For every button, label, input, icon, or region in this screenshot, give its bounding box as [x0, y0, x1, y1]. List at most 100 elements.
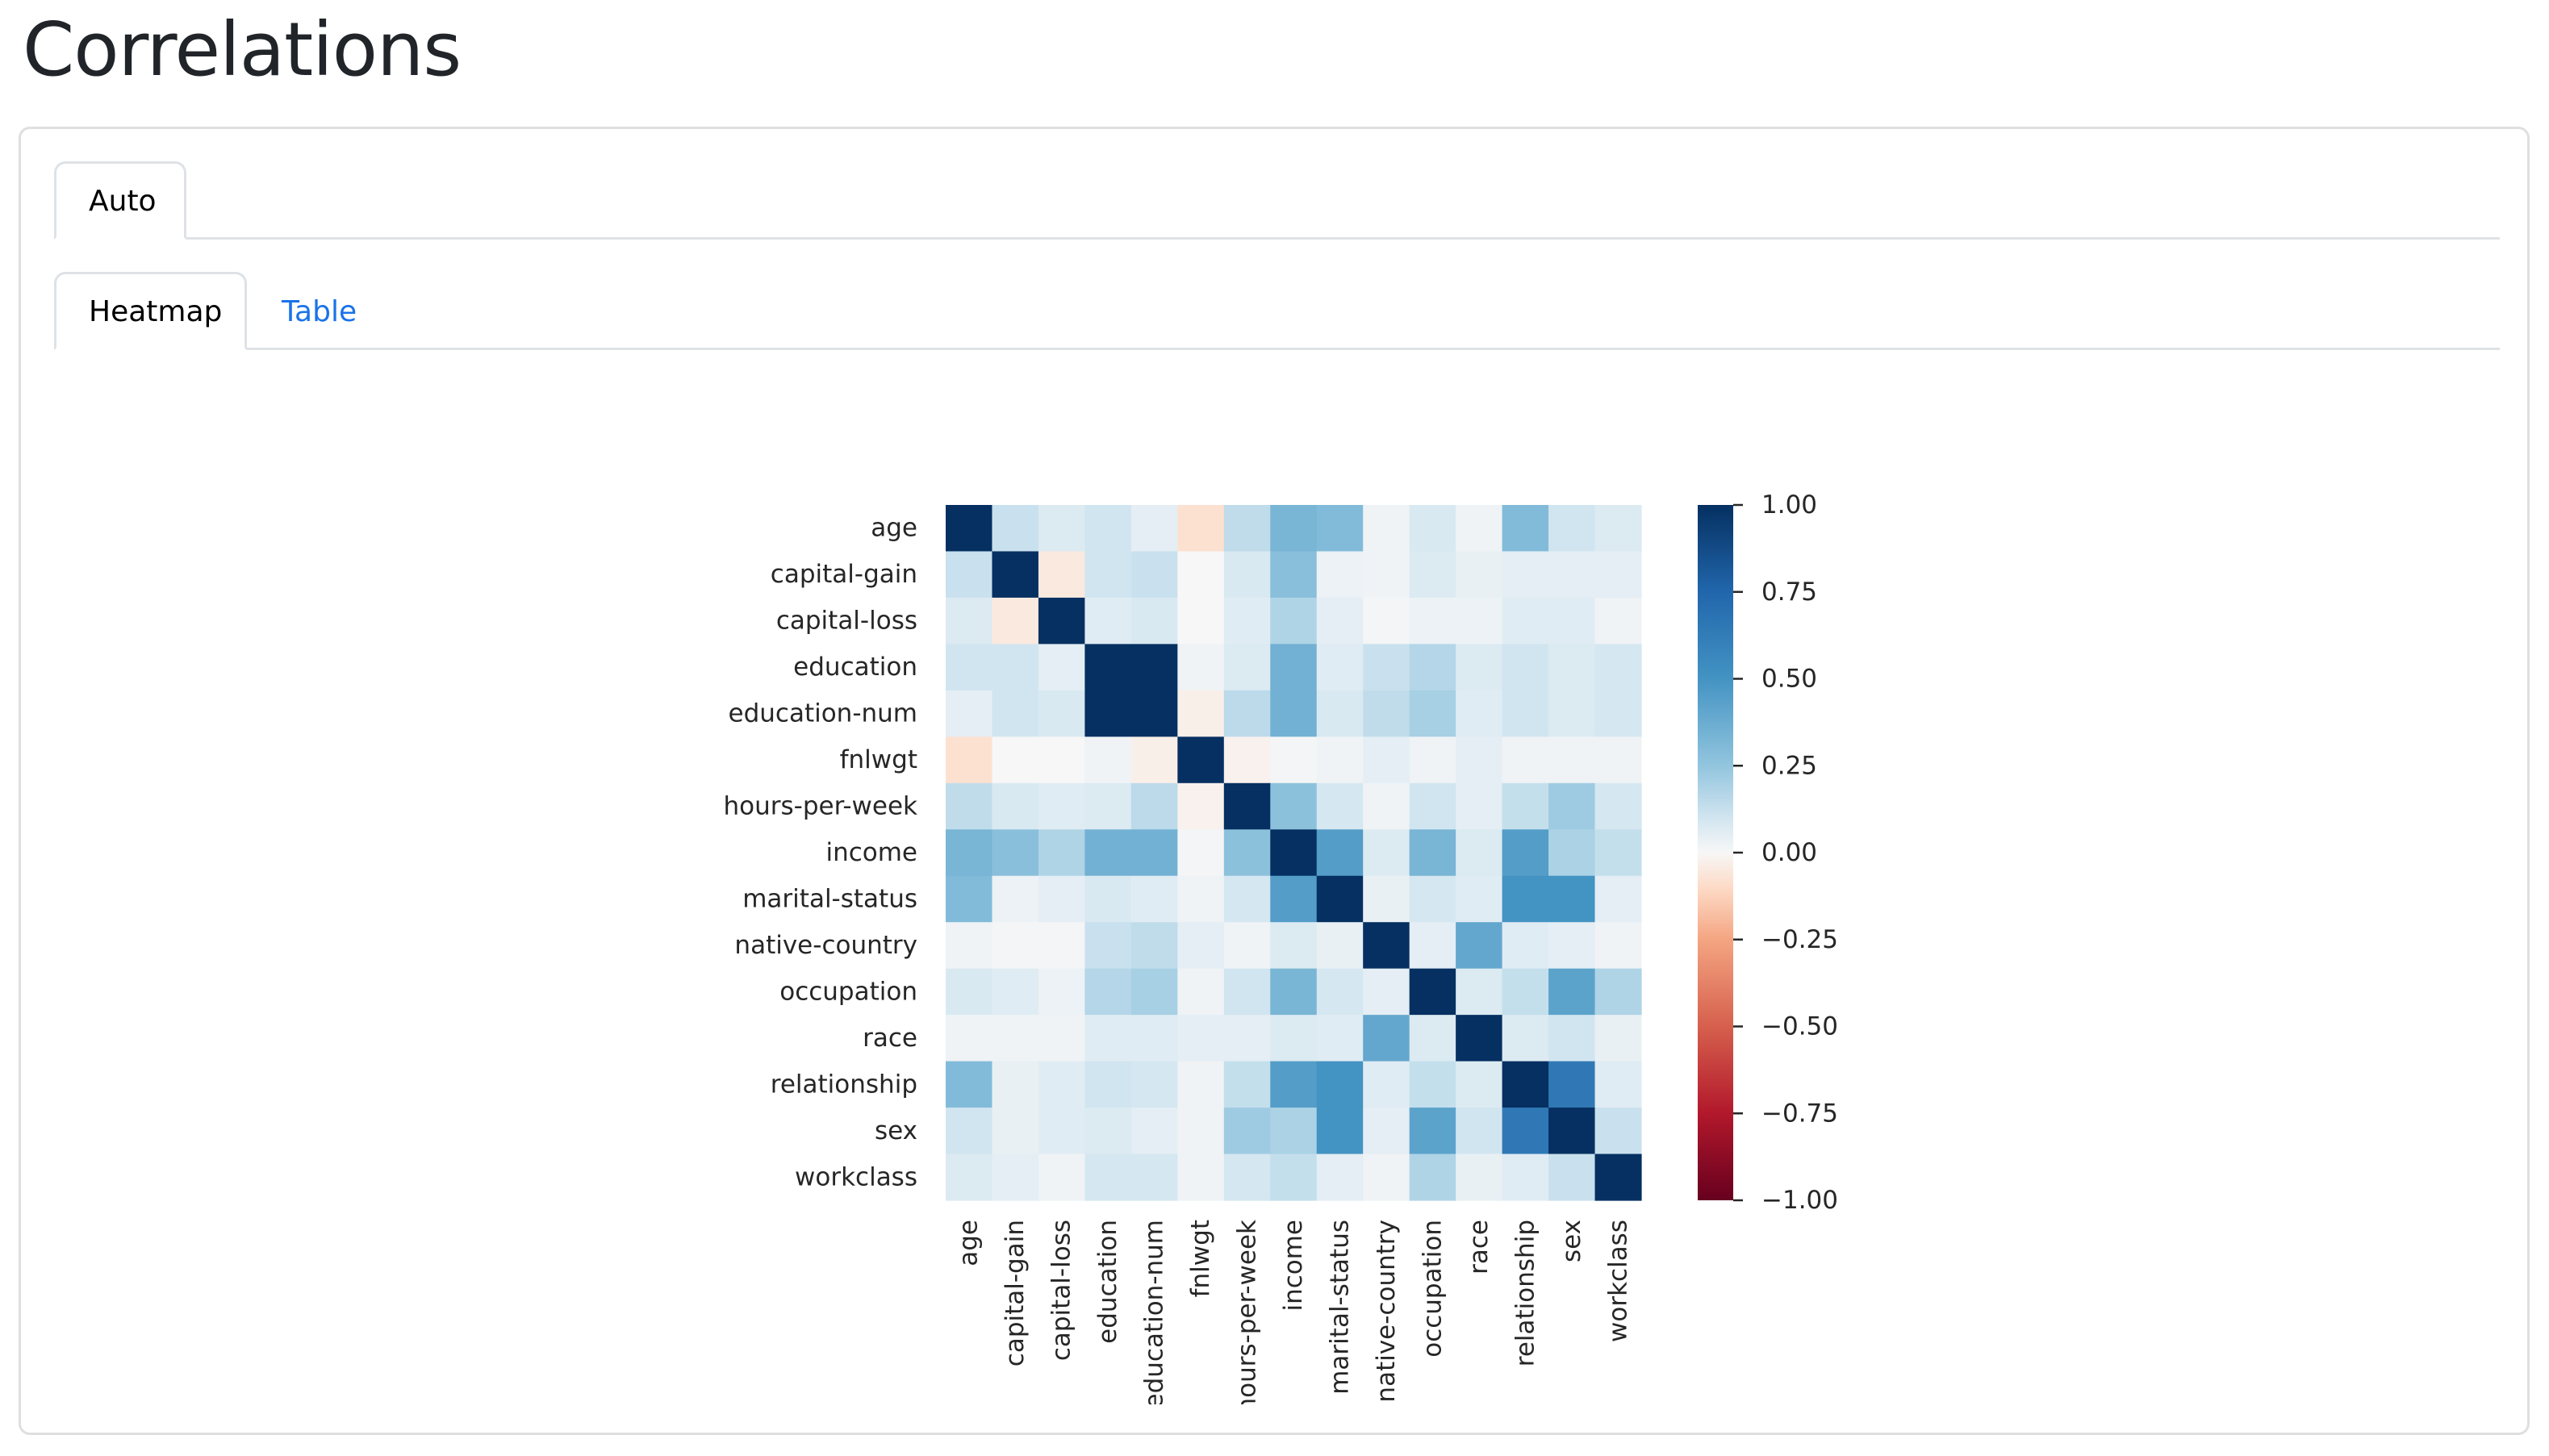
heatmap-cell-education-num-capital-loss	[1038, 690, 1085, 737]
heatmap-cell-native-country-fnlwgt	[1177, 922, 1225, 970]
x-tick-labels: age capital-gain capital-loss education educ…	[955, 1220, 1633, 1409]
heatmap-cell-race-age	[946, 1015, 993, 1062]
x-tick-label: education-num	[1140, 1220, 1169, 1409]
y-tick-label: race	[863, 1024, 917, 1053]
heatmap-cell-occupation-native-country	[1363, 968, 1410, 1016]
heatmap-cell-relationship-marital-status	[1316, 1061, 1364, 1108]
heatmap-cell-age-relationship	[1502, 505, 1549, 553]
heatmap-cell-sex-relationship	[1502, 1108, 1549, 1155]
heatmap-cell-income-occupation	[1409, 829, 1456, 877]
heatmap-cell-education-num-occupation	[1409, 690, 1456, 737]
heatmap-cell-education-num-education	[1084, 690, 1132, 737]
heatmap-cell-capital-gain-occupation	[1409, 551, 1456, 599]
heatmap-cell-income-age	[946, 829, 993, 877]
y-tick-label: relationship	[771, 1070, 917, 1099]
heatmap-cell-marital-status-age	[946, 875, 993, 923]
heatmap-cell-marital-status-relationship	[1502, 875, 1549, 923]
heatmap-cell-native-country-native-country	[1363, 922, 1410, 970]
heatmap-cell-marital-status-capital-loss	[1038, 875, 1085, 923]
heatmap-cell-capital-loss-marital-status	[1316, 597, 1364, 645]
heatmap-cell-race-sex	[1548, 1015, 1596, 1062]
heatmap-cell-sex-marital-status	[1316, 1108, 1364, 1155]
heatmap-cell-education-marital-status	[1316, 644, 1364, 691]
heatmap-cell-capital-gain-workclass	[1594, 551, 1642, 599]
heatmap-cell-relationship-income	[1270, 1061, 1318, 1108]
y-tick-labels: age capital-gain capital-loss education educ…	[724, 514, 918, 1192]
heatmap-cell-capital-gain-native-country	[1363, 551, 1410, 599]
colorbar-tick-label: 0.50	[1761, 665, 1817, 694]
heatmap-cell-age-race	[1456, 505, 1503, 553]
heatmap-cell-occupation-marital-status	[1316, 968, 1364, 1016]
heatmap-cell-hours-per-week-education-num	[1130, 782, 1178, 830]
y-tick-label: hours-per-week	[724, 792, 918, 821]
heatmap-cell-age-income	[1270, 505, 1318, 553]
heatmap-cell-marital-status-native-country	[1363, 875, 1410, 923]
heatmap-cell-education-num-education-num	[1130, 690, 1178, 737]
heatmap-cell-relationship-workclass	[1594, 1061, 1642, 1108]
colorbar-tick-label: −0.25	[1761, 925, 1838, 954]
heatmap-cell-marital-status-occupation	[1409, 875, 1456, 923]
heatmap-cell-age-capital-gain	[992, 505, 1039, 553]
heatmap-cell-age-fnlwgt	[1177, 505, 1225, 553]
heatmap-cell-workclass-income	[1270, 1154, 1318, 1201]
x-tick-label: age	[955, 1220, 984, 1266]
heatmap-cell-occupation-hours-per-week	[1223, 968, 1271, 1016]
heatmap-cell-relationship-occupation	[1409, 1061, 1456, 1108]
heatmap-cell-relationship-relationship	[1502, 1061, 1549, 1108]
heatmap-cell-occupation-sex	[1548, 968, 1596, 1016]
heatmap-cell-capital-loss-hours-per-week	[1223, 597, 1271, 645]
heatmap-cell-education-relationship	[1502, 644, 1549, 691]
heatmap-cell-workclass-relationship	[1502, 1154, 1549, 1201]
heatmap-cell-race-capital-gain	[992, 1015, 1039, 1062]
heatmap-cell-native-country-capital-loss	[1038, 922, 1085, 970]
heatmap-cell-capital-gain-race	[1456, 551, 1503, 599]
heatmap-cell-hours-per-week-education	[1084, 782, 1132, 830]
heatmap-cell-education-race	[1456, 644, 1503, 691]
heatmap-cell-income-education-num	[1130, 829, 1178, 877]
heatmap-cell-race-income	[1270, 1015, 1318, 1062]
heatmap-cell-hours-per-week-relationship	[1502, 782, 1549, 830]
heatmap-cell-sex-workclass	[1594, 1108, 1642, 1155]
heatmap-cell-sex-hours-per-week	[1223, 1108, 1271, 1155]
y-tick-label: education	[793, 653, 917, 682]
x-tick-label: capital-loss	[1047, 1220, 1076, 1361]
heatmap-cell-workclass-age	[946, 1154, 993, 1201]
y-tick-label: sex	[875, 1116, 917, 1145]
heatmap-cell-education-num-income	[1270, 690, 1318, 737]
colorbar-tick-label: 1.00	[1761, 490, 1817, 519]
heatmap-cell-education-capital-gain	[992, 644, 1039, 691]
heatmap-cell-race-fnlwgt	[1177, 1015, 1225, 1062]
heatmap-cell-capital-gain-education-num	[1130, 551, 1178, 599]
heatmap-cell-income-capital-gain	[992, 829, 1039, 877]
heatmap-cell-race-marital-status	[1316, 1015, 1364, 1062]
y-tick-label: income	[825, 838, 917, 867]
heatmap-cell-capital-gain-hours-per-week	[1223, 551, 1271, 599]
heatmap-cell-native-country-race	[1456, 922, 1503, 970]
heatmap-cell-occupation-education	[1084, 968, 1132, 1016]
heatmap-cell-age-capital-loss	[1038, 505, 1085, 553]
heatmap-cell-race-capital-loss	[1038, 1015, 1085, 1062]
colorbar-ticks: 1.00 0.75 0.50 0.25 0.00 −0.25 −0.50 −0.75 −1.00	[1733, 490, 1838, 1215]
y-tick-label: marital-status	[742, 884, 917, 913]
heatmap-cell-capital-loss-workclass	[1594, 597, 1642, 645]
heatmap-cell-income-native-country	[1363, 829, 1410, 877]
heatmap-cell-occupation-capital-loss	[1038, 968, 1085, 1016]
heatmap-cell-workclass-marital-status	[1316, 1154, 1364, 1201]
heatmap-cell-fnlwgt-income	[1270, 736, 1318, 784]
x-tick-label: marital-status	[1325, 1220, 1354, 1395]
heatmap-cell-occupation-occupation	[1409, 968, 1456, 1016]
heatmap-cell-race-native-country	[1363, 1015, 1410, 1062]
heatmap-cell-education-num-fnlwgt	[1177, 690, 1225, 737]
correlation-heatmap: age capital-gain capital-loss education educ…	[724, 490, 1839, 1409]
heatmap-cell-age-education-num	[1130, 505, 1178, 553]
heatmap-cell-relationship-hours-per-week	[1223, 1061, 1271, 1108]
heatmap-cell-fnlwgt-education-num	[1130, 736, 1178, 784]
heatmap-cell-race-race	[1456, 1015, 1503, 1062]
heatmap-cell-relationship-native-country	[1363, 1061, 1410, 1108]
heatmap-cell-marital-status-capital-gain	[992, 875, 1039, 923]
heatmap-cell-education-occupation	[1409, 644, 1456, 691]
heatmap-cell-education-num-race	[1456, 690, 1503, 737]
colorbar-tick-label: 0.25	[1761, 751, 1817, 780]
heatmap-cell-marital-status-education	[1084, 875, 1132, 923]
heatmap-cell-race-hours-per-week	[1223, 1015, 1271, 1062]
